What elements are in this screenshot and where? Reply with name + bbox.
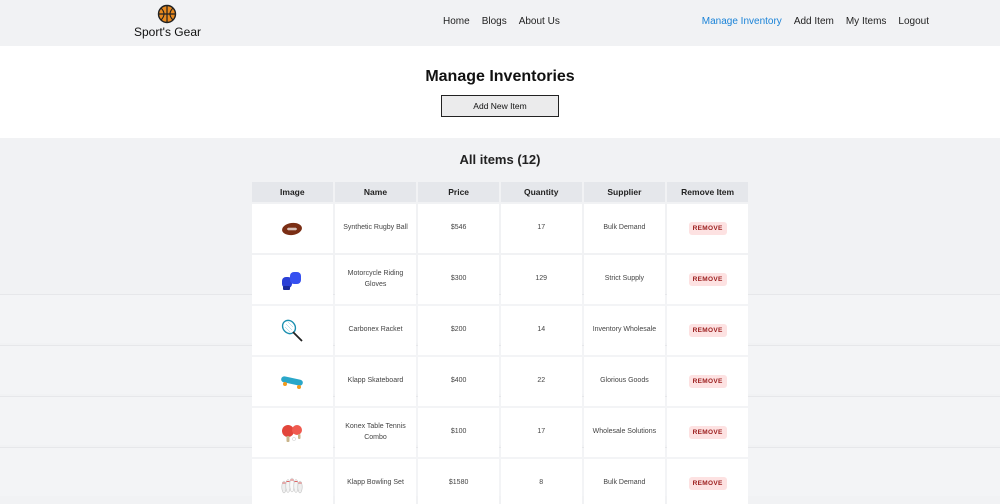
item-supplier: Inventory Wholesale [583,306,666,355]
nav-link-manage-inventory[interactable]: Manage Inventory [702,16,782,27]
item-quantity: 14 [500,306,582,355]
item-name: Konex Table Tennis Combo [334,408,417,457]
item-image-cell [252,357,333,406]
table-row: Motorcycle Riding Gloves $300 129 Strict… [252,255,748,304]
boxing-gloves-icon [282,271,302,290]
nav-link-logout[interactable]: Logout [898,16,929,27]
add-new-item-button[interactable]: Add New Item [441,95,559,117]
brand[interactable]: Sport's Gear [134,4,201,39]
item-image-cell [252,408,333,457]
item-price: $400 [418,357,499,406]
inventory-section: All items (12) Image Name Price Quantity… [0,138,1000,504]
remove-button[interactable]: REMOVE [688,426,727,439]
rugby-ball-icon [282,222,303,235]
remove-button[interactable]: REMOVE [688,273,727,286]
remove-cell: REMOVE [667,255,748,304]
item-quantity: 8 [500,459,582,504]
remove-button[interactable]: REMOVE [688,222,727,235]
item-image-cell [252,459,333,504]
header-image: Image [252,182,333,202]
remove-button[interactable]: REMOVE [688,477,727,490]
item-price: $546 [418,204,499,253]
item-image-cell [252,204,333,253]
item-quantity: 22 [500,357,582,406]
page-title: Manage Inventories [425,68,575,85]
table-tennis-icon [282,424,303,442]
remove-button[interactable]: REMOVE [688,324,727,337]
item-image-cell [252,255,333,304]
header-name: Name [334,182,417,202]
item-price: $1580 [418,459,499,504]
item-supplier: Glorious Goods [583,357,666,406]
nav-link-blogs[interactable]: Blogs [482,16,507,27]
header-price: Price [418,182,499,202]
nav-link-home[interactable]: Home [443,16,470,27]
nav-link-about-us[interactable]: About Us [519,16,560,27]
remove-cell: REMOVE [667,459,748,504]
item-name: Synthetic Rugby Ball [334,204,417,253]
brand-name: Sport's Gear [134,25,201,39]
item-image-cell [252,306,333,355]
nav-link-my-items[interactable]: My Items [846,16,887,27]
item-price: $200 [418,306,499,355]
item-name: Carbonex Racket [334,306,417,355]
table-row: Synthetic Rugby Ball $546 17 Bulk Demand… [252,204,748,253]
navbar: Sport's Gear Home Blogs About Us Manage … [0,0,1000,46]
remove-button[interactable]: REMOVE [688,375,727,388]
header-remove-item: Remove Item [667,182,748,202]
remove-cell: REMOVE [667,408,748,457]
item-supplier: Bulk Demand [583,204,666,253]
table-row: Carbonex Racket $200 14 Inventory Wholes… [252,306,748,355]
tennis-racket-icon [282,319,303,342]
nav-right-links: Manage Inventory Add Item My Items Logou… [702,16,929,27]
skateboard-icon [281,375,304,389]
item-price: $300 [418,255,499,304]
hero-section: Manage Inventories Add New Item [0,46,1000,138]
nav-link-add-item[interactable]: Add Item [794,16,834,27]
remove-cell: REMOVE [667,357,748,406]
item-quantity: 17 [500,408,582,457]
table-row: Klapp Skateboard $400 22 Glorious Goods … [252,357,748,406]
inventory-table: Image Name Price Quantity Supplier Remov… [250,180,750,504]
nav-center-links: Home Blogs About Us [443,16,560,27]
item-quantity: 129 [500,255,582,304]
item-name: Klapp Bowling Set [334,459,417,504]
items-count-heading: All items (12) [459,152,541,167]
table-row: Konex Table Tennis Combo $100 17 Wholesa… [252,408,748,457]
header-quantity: Quantity [500,182,582,202]
item-name: Klapp Skateboard [334,357,417,406]
item-quantity: 17 [500,204,582,253]
item-name: Motorcycle Riding Gloves [334,255,417,304]
header-supplier: Supplier [583,182,666,202]
remove-cell: REMOVE [667,306,748,355]
table-row: Klapp Bowling Set $1580 8 Bulk Demand RE… [252,459,748,504]
item-supplier: Strict Supply [583,255,666,304]
item-price: $100 [418,408,499,457]
table-header-row: Image Name Price Quantity Supplier Remov… [252,182,748,202]
remove-cell: REMOVE [667,204,748,253]
bowling-set-icon [281,477,303,493]
item-supplier: Wholesale Solutions [583,408,666,457]
item-supplier: Bulk Demand [583,459,666,504]
basketball-icon [157,4,177,24]
